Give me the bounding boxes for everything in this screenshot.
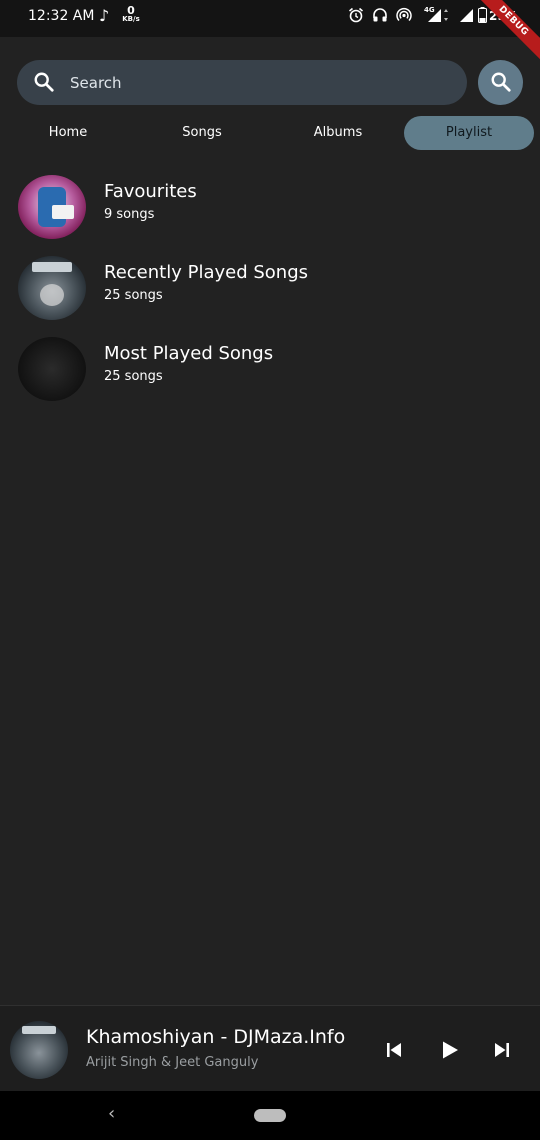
previous-icon[interactable] bbox=[382, 1038, 406, 1062]
home-pill-button[interactable] bbox=[254, 1109, 286, 1122]
playlist-cover bbox=[18, 256, 86, 320]
tab-songs[interactable]: Songs bbox=[137, 116, 267, 150]
alarm-icon bbox=[348, 7, 364, 23]
now-playing-artist: Arijit Singh & Jeet Ganguly bbox=[86, 1055, 259, 1070]
signal-icon bbox=[428, 9, 441, 22]
signal-icon-2 bbox=[460, 9, 473, 22]
play-icon[interactable] bbox=[437, 1038, 461, 1062]
now-playing-title: Khamoshiyan - DJMaza.Info bbox=[86, 1026, 346, 1048]
search-button[interactable] bbox=[478, 60, 523, 105]
navigation-bar: ‹ bbox=[0, 1091, 540, 1140]
network-speed-unit: KB/s bbox=[122, 15, 140, 23]
search-icon bbox=[491, 72, 511, 92]
playlist-item-recently-played[interactable]: Recently Played Songs 25 songs bbox=[0, 250, 540, 330]
now-playing-album-art bbox=[10, 1021, 68, 1079]
playlist-song-count: 25 songs bbox=[104, 288, 163, 303]
battery-icon bbox=[478, 7, 487, 23]
playlist-item-most-played[interactable]: Most Played Songs 25 songs bbox=[0, 331, 540, 411]
status-bar: 12:32 AM ♪ 0 KB/s 4G bbox=[0, 0, 540, 37]
tab-home[interactable]: Home bbox=[3, 116, 133, 150]
playlist-cover bbox=[18, 337, 86, 401]
search-bar[interactable] bbox=[17, 60, 467, 105]
search-icon bbox=[34, 72, 54, 92]
hotspot-icon bbox=[396, 7, 412, 22]
network-speed: 0 KB/s bbox=[120, 5, 142, 23]
tab-playlist[interactable]: Playlist bbox=[404, 116, 534, 150]
playlist-song-count: 25 songs bbox=[104, 369, 163, 384]
headphones-icon bbox=[373, 8, 387, 22]
music-note-icon: ♪ bbox=[99, 6, 110, 25]
playlist-item-favourites[interactable]: Favourites 9 songs bbox=[0, 169, 540, 249]
playlist-song-count: 9 songs bbox=[104, 207, 155, 222]
back-icon[interactable]: ‹ bbox=[108, 1103, 115, 1124]
playlist-cover bbox=[18, 175, 86, 239]
playlist-title: Favourites bbox=[104, 181, 197, 202]
playlist-title: Recently Played Songs bbox=[104, 262, 308, 283]
search-input[interactable] bbox=[70, 60, 450, 105]
tab-albums[interactable]: Albums bbox=[273, 116, 403, 150]
playlist-title: Most Played Songs bbox=[104, 343, 274, 364]
data-arrows-icon bbox=[444, 9, 448, 21]
next-icon[interactable] bbox=[490, 1038, 514, 1062]
mini-player[interactable]: Khamoshiyan - DJMaza.Info Arijit Singh &… bbox=[0, 1005, 540, 1091]
status-time: 12:32 AM bbox=[28, 8, 95, 24]
